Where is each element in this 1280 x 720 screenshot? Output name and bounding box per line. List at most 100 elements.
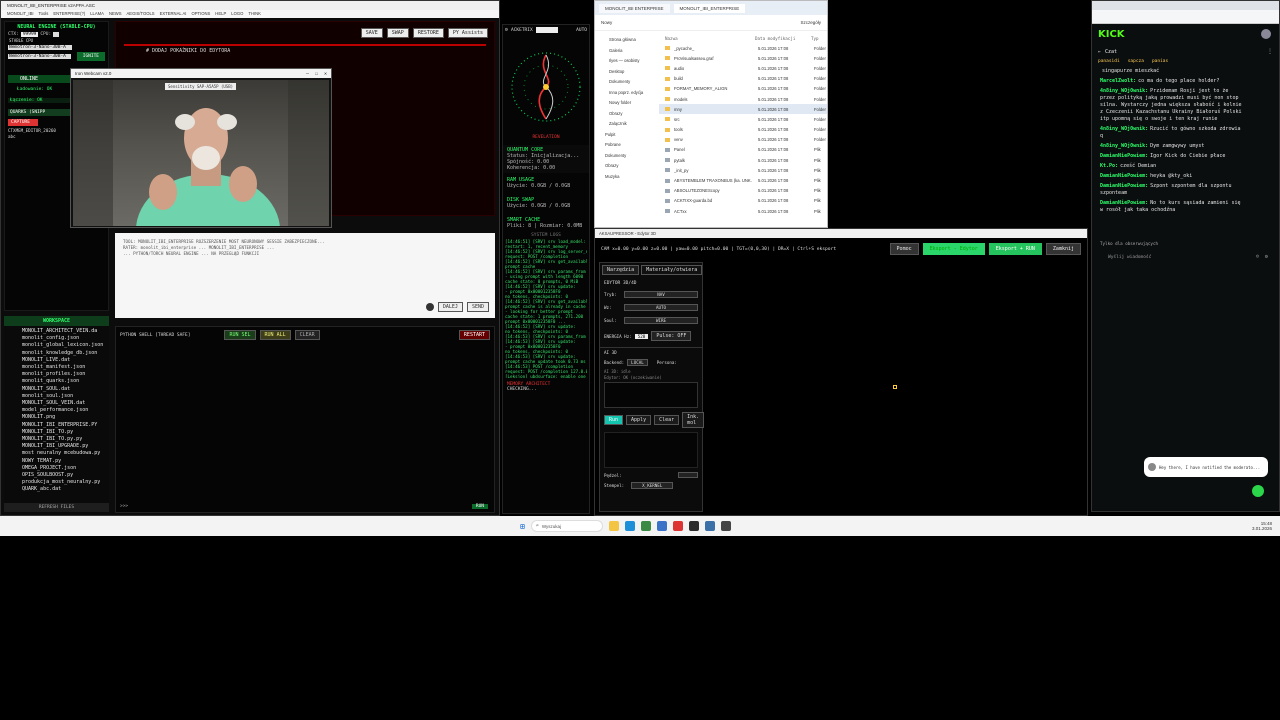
ai-textbox[interactable]	[604, 382, 698, 408]
folder-icon[interactable]	[608, 521, 619, 531]
workspace-file-item[interactable]: MONOLIT_LIVE.dat	[22, 357, 109, 364]
menu-item[interactable]: AEGIS/TOOLS	[127, 10, 155, 18]
ignite-button[interactable]: IGNITE	[76, 52, 105, 61]
cpu-toggle[interactable]	[53, 32, 60, 37]
menu-item[interactable]: OPTIONS	[191, 10, 210, 18]
edge-icon[interactable]	[624, 521, 635, 531]
capture-button[interactable]: CAPTURE	[8, 119, 38, 126]
pinned-user-1[interactable]: panasidi	[1098, 59, 1120, 64]
explorer-sidebar-item[interactable]: Desktop	[595, 67, 657, 78]
explorer-tab-1[interactable]: MONOLIT_IBI ENTERPRISE	[599, 3, 670, 13]
explorer-row[interactable]: FORMAT_MEMORY_ALIGN 5.01.2026 17:08 Folder	[659, 84, 827, 94]
menu-item[interactable]: LLAMA	[90, 10, 104, 18]
explorer-sidebar-item[interactable]: Galeria	[595, 46, 657, 57]
export-run-button[interactable]: Eksport + RUN	[988, 243, 1042, 255]
chrome-icon[interactable]	[640, 521, 651, 531]
workspace-file-item[interactable]: monolit_soul.json	[22, 393, 109, 400]
monitor-input[interactable]	[535, 27, 558, 33]
restart-button[interactable]: RESTART	[458, 330, 490, 340]
browser-address-bar[interactable]	[1092, 10, 1279, 24]
workspace-file-item[interactable]: MONOLIT_IBI_ENTERPRISE.PY	[22, 422, 109, 429]
chat-username[interactable]: 4n8iny_WOj0wnik:	[1100, 143, 1148, 149]
workspace-file-item[interactable]: MONOLIT.png	[22, 414, 109, 421]
field-select[interactable]: NAV	[624, 291, 698, 298]
workspace-file-item[interactable]: monolit_global_lexicon.json	[22, 342, 109, 349]
explorer-row[interactable]: audio 5.01.2026 17:08 Folder	[659, 63, 827, 73]
workspace-file-item[interactable]: MONOLIT_ARCHITECT_VEIN.da	[22, 328, 109, 335]
menu-item[interactable]: NEWS	[109, 10, 122, 18]
explorer-sidebar-item[interactable]: Inna poprz. edyćja	[595, 88, 657, 99]
editor-line[interactable]: # DODAJ POKAŻNIKI DO EDYTORA	[116, 46, 494, 54]
stamp-select[interactable]: X_KERNEL	[631, 482, 674, 489]
app-icon[interactable]	[672, 521, 683, 531]
explorer-row[interactable]: _pycache_ 5.01.2026 17:08 Folder	[659, 43, 827, 53]
workspace-file-item[interactable]: OMEGA_PROJECT.json	[22, 465, 109, 472]
python-icon[interactable]	[704, 521, 715, 531]
chat-username[interactable]: DamianNiePowiem:	[1100, 153, 1148, 159]
menu-item[interactable]: MONOLIT_IBI	[7, 10, 34, 18]
tab-materials[interactable]: Materiały/otwiera	[641, 265, 703, 275]
workspace-file-item[interactable]: OPIS_SOULBOOST.py	[22, 472, 109, 479]
close-button[interactable]: Zamknij	[1045, 243, 1081, 255]
menu-item[interactable]: EXTERNAL AI	[160, 10, 187, 18]
details-button[interactable]: Szczegóły	[800, 20, 821, 25]
swap-button[interactable]: SWAP	[386, 28, 409, 38]
model-select-1[interactable]: Nemotron-3-Nano-30B-A	[8, 45, 72, 50]
avatar[interactable]	[1261, 29, 1271, 39]
col-date[interactable]: Data modyfikacji	[755, 36, 807, 41]
explorer-sidebar-item[interactable]: Nowy folder	[595, 98, 657, 109]
next-button[interactable]: DALEJ	[437, 302, 463, 312]
moderator-toast[interactable]: Hey there, I have notified the moderato.…	[1144, 457, 1268, 477]
explorer-tab-2[interactable]: MONOLIT_IBI_ENTERPRISE	[673, 3, 746, 13]
clear-button[interactable]: CLEAR	[294, 330, 320, 340]
explorer-row[interactable]: build 5.01.2026 17:08 Folder	[659, 74, 827, 84]
new-button[interactable]: Nowy	[601, 20, 612, 25]
pulse-button[interactable]: Pulse: OFF	[651, 331, 692, 341]
backend-select[interactable]: LOCAL	[627, 359, 648, 366]
terminal-icon[interactable]	[688, 521, 699, 531]
menu-item[interactable]: HELP	[215, 10, 226, 18]
run-selection-button[interactable]: RUN SEL	[224, 330, 256, 340]
menu-item[interactable]: THINK	[248, 10, 261, 18]
explorer-sidebar-item[interactable]: Pulpit	[595, 130, 657, 141]
explorer-sidebar-item[interactable]: Strona główna	[595, 35, 657, 46]
tab-tools[interactable]: Narzędzia	[602, 265, 640, 275]
explorer-sidebar-item[interactable]: Obrazy	[595, 109, 657, 120]
shell-prompt[interactable]: >>>	[120, 504, 128, 509]
explorer-row[interactable]: ACTxx 5.01.2026 17:08 Plik	[659, 206, 827, 216]
explorer-sidebar-item[interactable]: Dokumenty	[595, 77, 657, 88]
explorer-row[interactable]: Panel 5.01.2026 17:08 Plik	[659, 145, 827, 155]
explorer-row[interactable]: pytalk 5.01.2026 17:08 Plik	[659, 155, 827, 165]
explorer-row[interactable]: venv 5.01.2026 17:08 Folder	[659, 135, 827, 145]
explorer-row[interactable]: ABYSTEMBLEM TRAXONBUS (ka. UNK. 5.01.2026…	[659, 175, 827, 185]
system-clock[interactable]: 15:48 3.01.2026	[1252, 521, 1272, 531]
chat-username[interactable]: 4n8iny_WOj0wnik:	[1100, 126, 1148, 132]
menu-item[interactable]: LOGO	[231, 10, 243, 18]
send-button[interactable]: SEND	[466, 302, 489, 312]
py-assists-button[interactable]: PY Assists	[447, 28, 488, 38]
energy-input[interactable]: 528	[634, 333, 649, 339]
stop-icon[interactable]	[425, 303, 434, 311]
pinned-user-2[interactable]: sapcza	[1128, 59, 1144, 64]
chat-input[interactable]: Wyślij wiadomość	[1098, 255, 1151, 260]
shell-run-button[interactable]: RUN	[471, 504, 488, 509]
taskbar-search[interactable]: ⌕ Wyszukaj	[530, 520, 603, 532]
minimize-icon[interactable]: —	[306, 71, 309, 77]
chat-collapse-icon[interactable]: ⇤	[1098, 49, 1101, 55]
explorer-row[interactable]: ProVisualsasseu.graf 5.01.2026 17:08 Folde…	[659, 53, 827, 63]
explorer-sidebar-item[interactable]: Muzyka	[595, 172, 657, 183]
explorer-sidebar-item[interactable]: Pobrane	[595, 140, 657, 151]
workspace-file-item[interactable]: monolit_manifest.json	[22, 364, 109, 371]
field-select[interactable]: AUTO	[624, 304, 698, 311]
explorer-row[interactable]: mny 5.01.2026 17:08 Folder	[659, 104, 827, 115]
chat-username[interactable]: DamianNiePowiem:	[1100, 173, 1148, 179]
explorer-row[interactable]: _init_py 5.01.2026 17:08 Plik	[659, 165, 827, 175]
workspace-file-item[interactable]: model_performance.json	[22, 407, 109, 414]
maximize-icon[interactable]: ☐	[315, 71, 318, 77]
explorer-sidebar-item[interactable]: Dokumenty	[595, 151, 657, 162]
run-all-button[interactable]: RUN ALL	[259, 330, 291, 340]
field-select[interactable]: WIRE	[624, 317, 698, 324]
chat-username[interactable]: DamianNiePowiem:	[1100, 200, 1148, 206]
workspace-file-item[interactable]: MONOLIT_IBI_UPGRADE.py	[22, 443, 109, 450]
refresh-files-button[interactable]: REFRESH FILES	[4, 503, 109, 512]
